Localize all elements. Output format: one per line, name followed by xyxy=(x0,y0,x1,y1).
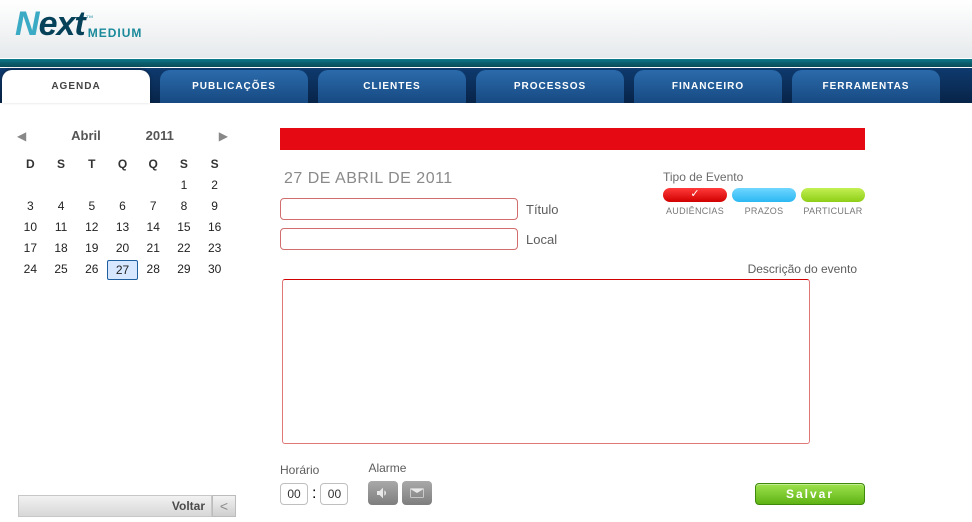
tab-publicações[interactable]: PUBLICAÇÕES xyxy=(160,70,308,103)
tab-financeiro[interactable]: FINANCEIRO xyxy=(634,70,782,103)
calendar-day[interactable]: 24 xyxy=(15,260,46,280)
calendar-day[interactable]: 17 xyxy=(15,239,46,257)
calendar-day[interactable]: 27 xyxy=(107,260,138,280)
event-type-labels: AUDIÊNCIAS PRAZOS PARTICULAR xyxy=(663,206,865,216)
calendar-header: ◀ Abril 2011 ▶ xyxy=(15,128,230,143)
calendar-day[interactable]: 9 xyxy=(199,197,230,215)
calendar-dow: Q xyxy=(107,155,138,173)
tab-ferramentas[interactable]: FERRAMENTAS xyxy=(792,70,940,103)
time-minutes-input[interactable] xyxy=(320,483,348,505)
calendar-grid: DSTQQSS123456789101112131415161718192021… xyxy=(15,155,230,280)
logo-main: Next xyxy=(15,5,85,44)
title-input[interactable] xyxy=(280,198,518,220)
event-type-pills xyxy=(663,188,865,202)
calendar-day[interactable]: 12 xyxy=(76,218,107,236)
back-label: Voltar xyxy=(172,499,205,513)
next-month-arrow[interactable]: ▶ xyxy=(219,129,228,143)
tab-processos[interactable]: PROCESSOS xyxy=(476,70,624,103)
time-hours-input[interactable] xyxy=(280,483,308,505)
description-textarea[interactable] xyxy=(282,279,810,444)
calendar-blank xyxy=(15,176,46,194)
logo: Next MEDIUM xyxy=(15,5,957,44)
calendar-day[interactable]: 4 xyxy=(46,197,77,215)
calendar-dow: S xyxy=(199,155,230,173)
alarm-group: Alarme xyxy=(368,461,432,505)
calendar-day[interactable]: 22 xyxy=(169,239,200,257)
calendar-day[interactable]: 10 xyxy=(15,218,46,236)
app-header: Next MEDIUM xyxy=(0,0,972,60)
event-type-label-aud: AUDIÊNCIAS xyxy=(663,206,727,216)
prev-month-arrow[interactable]: ◀ xyxy=(17,129,26,143)
calendar-blank xyxy=(107,176,138,194)
mail-icon xyxy=(409,485,425,501)
back-button[interactable]: Voltar xyxy=(18,495,212,517)
calendar-day[interactable]: 23 xyxy=(199,239,230,257)
local-input[interactable] xyxy=(280,228,518,250)
calendar-day[interactable]: 13 xyxy=(107,218,138,236)
description-label: Descrição do evento xyxy=(280,262,857,276)
time-label: Horário xyxy=(280,463,348,477)
event-type-par[interactable] xyxy=(801,188,865,202)
calendar-day[interactable]: 7 xyxy=(138,197,169,215)
local-label: Local xyxy=(526,232,557,247)
calendar-day[interactable]: 21 xyxy=(138,239,169,257)
calendar-blank xyxy=(138,176,169,194)
calendar-dow: T xyxy=(76,155,107,173)
calendar: ◀ Abril 2011 ▶ DSTQQSS123456789101112131… xyxy=(15,128,230,505)
calendar-blank xyxy=(76,176,107,194)
event-date-title: 27 DE ABRIL DE 2011 xyxy=(284,170,663,188)
calendar-day[interactable]: 18 xyxy=(46,239,77,257)
event-type-aud[interactable] xyxy=(663,188,727,202)
calendar-day[interactable]: 3 xyxy=(15,197,46,215)
calendar-day[interactable]: 1 xyxy=(169,176,200,194)
alarm-email-button[interactable] xyxy=(402,481,432,505)
calendar-dow: S xyxy=(169,155,200,173)
alarm-label: Alarme xyxy=(368,461,432,475)
calendar-day[interactable]: 6 xyxy=(107,197,138,215)
logo-main-rest: ext xyxy=(39,5,85,43)
event-type-label-par: PARTICULAR xyxy=(801,206,865,216)
alarm-sound-button[interactable] xyxy=(368,481,398,505)
calendar-day[interactable]: 28 xyxy=(138,260,169,280)
calendar-day[interactable]: 29 xyxy=(169,260,200,280)
calendar-day[interactable]: 20 xyxy=(107,239,138,257)
logo-ext: MEDIUM xyxy=(88,26,143,40)
save-button[interactable]: Salvar xyxy=(755,483,865,505)
time-group: Horário : xyxy=(280,463,348,505)
tab-agenda[interactable]: AGENDA xyxy=(2,70,150,103)
event-type-label-prz: PRAZOS xyxy=(732,206,796,216)
calendar-day[interactable]: 5 xyxy=(76,197,107,215)
share-button[interactable]: < xyxy=(212,495,236,517)
calendar-year: 2011 xyxy=(146,128,174,143)
calendar-day[interactable]: 11 xyxy=(46,218,77,236)
calendar-day[interactable]: 19 xyxy=(76,239,107,257)
tab-clientes[interactable]: CLIENTES xyxy=(318,70,466,103)
calendar-day[interactable]: 25 xyxy=(46,260,77,280)
sound-icon xyxy=(375,485,391,501)
time-separator: : xyxy=(312,485,316,503)
calendar-day[interactable]: 2 xyxy=(199,176,230,194)
calendar-day[interactable]: 30 xyxy=(199,260,230,280)
event-type-prz[interactable] xyxy=(732,188,796,202)
calendar-day[interactable]: 15 xyxy=(169,218,200,236)
calendar-dow: S xyxy=(46,155,77,173)
event-type-header: Tipo de Evento xyxy=(663,170,865,184)
calendar-day[interactable]: 14 xyxy=(138,218,169,236)
event-type-group: Tipo de Evento AUDIÊNCIAS PRAZOS PARTICULA… xyxy=(663,170,865,216)
main-nav: AGENDA PUBLICAÇÕES CLIENTES PROCESSOS FINANC… xyxy=(0,68,972,103)
calendar-blank xyxy=(46,176,77,194)
calendar-day[interactable]: 8 xyxy=(169,197,200,215)
share-icon: < xyxy=(220,498,228,514)
calendar-day[interactable]: 26 xyxy=(76,260,107,280)
calendar-dow: Q xyxy=(138,155,169,173)
calendar-month: Abril xyxy=(71,128,101,143)
event-header-bar xyxy=(280,128,865,150)
calendar-day[interactable]: 16 xyxy=(199,218,230,236)
title-label: Título xyxy=(526,202,559,217)
calendar-dow: D xyxy=(15,155,46,173)
event-pane: 27 DE ABRIL DE 2011 Título Local Tipo de… xyxy=(280,128,865,505)
